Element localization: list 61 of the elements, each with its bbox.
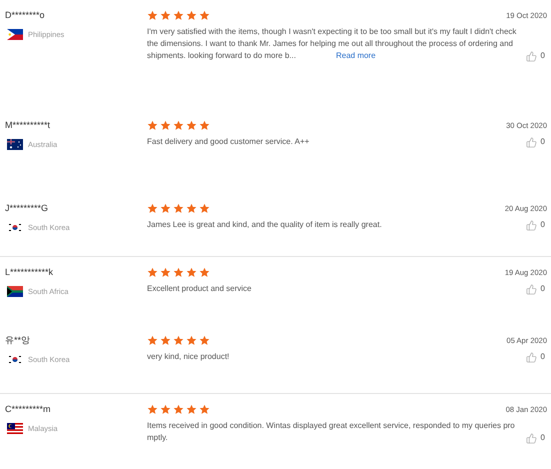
star-icon bbox=[160, 404, 171, 415]
star-icon bbox=[186, 10, 197, 21]
star-icon bbox=[160, 10, 171, 21]
thumbs-up-icon[interactable] bbox=[526, 352, 537, 363]
star-icon bbox=[173, 10, 184, 21]
star-icon bbox=[160, 335, 171, 346]
star-icon bbox=[186, 335, 197, 346]
thumbs-up-icon[interactable] bbox=[526, 136, 537, 148]
review-text: James Lee is great and kind, and the quality of item is really great. bbox=[147, 219, 383, 232]
review-text: Fast delivery and good customer service. A++ bbox=[147, 136, 310, 148]
flag-icon bbox=[7, 286, 23, 297]
star-icon bbox=[186, 404, 197, 415]
star-icon bbox=[147, 10, 158, 21]
star-icon bbox=[160, 203, 171, 214]
flag-icon bbox=[7, 138, 23, 150]
flag-icon bbox=[7, 222, 23, 233]
review-text: Excellent product and service bbox=[147, 283, 252, 296]
like-count: 0 bbox=[540, 283, 545, 296]
thumbs-up-icon[interactable] bbox=[526, 220, 537, 231]
star-icon bbox=[173, 120, 184, 131]
star-icon bbox=[160, 267, 171, 278]
star-icon bbox=[199, 267, 210, 278]
star-icon bbox=[173, 335, 184, 346]
star-icon bbox=[147, 203, 158, 214]
review-text: Items received in good condition. Wintas displayed great excellent service, responded to my queries promptly. bbox=[147, 420, 516, 444]
star-icon bbox=[186, 267, 197, 278]
review-text: I'm very satisfied with the items, though I wasn't expecting it to be too small but it's my fault I didn't check the dimensions. I want to thank Mr. James for helping me out all throughout the process of ordering and shipments. looking forward to do more b... Read more bbox=[147, 26, 518, 62]
thumbs-up-icon[interactable] bbox=[526, 432, 537, 444]
star-icon bbox=[199, 404, 210, 415]
flag-icon bbox=[7, 354, 23, 365]
star-icon bbox=[199, 203, 210, 214]
thumbs-up-icon[interactable] bbox=[526, 50, 537, 62]
like-count: 0 bbox=[540, 219, 545, 232]
reviewer-name: 유**앙 bbox=[5, 334, 32, 347]
star-icon bbox=[186, 120, 197, 131]
reviewer-name: L***********k bbox=[5, 266, 54, 279]
star-icon bbox=[199, 335, 210, 346]
star-icon bbox=[199, 120, 210, 131]
reviewer-name: C*********m bbox=[5, 403, 52, 416]
like-count: 0 bbox=[540, 50, 545, 62]
like-count: 0 bbox=[540, 136, 545, 148]
star-icon bbox=[173, 404, 184, 415]
star-icon bbox=[186, 203, 197, 214]
star-icon bbox=[160, 120, 171, 131]
review-text: very kind, nice product! bbox=[147, 351, 230, 364]
like-count: 0 bbox=[540, 351, 545, 364]
star-icon bbox=[173, 203, 184, 214]
flag-icon bbox=[7, 422, 23, 434]
reviewer-name: J*********G bbox=[5, 202, 50, 215]
star-icon bbox=[199, 10, 210, 21]
star-icon bbox=[147, 267, 158, 278]
like-count: 0 bbox=[540, 432, 545, 444]
thumbs-up-icon[interactable] bbox=[526, 284, 537, 295]
reviewer-name: D********o bbox=[5, 9, 46, 22]
flag-icon bbox=[7, 28, 23, 40]
star-icon bbox=[147, 335, 158, 346]
star-icon bbox=[147, 404, 158, 415]
reviewer-name: M**********t bbox=[5, 119, 52, 132]
star-icon bbox=[147, 120, 158, 131]
read-more-link[interactable]: Read more bbox=[336, 51, 376, 60]
star-icon bbox=[173, 267, 184, 278]
